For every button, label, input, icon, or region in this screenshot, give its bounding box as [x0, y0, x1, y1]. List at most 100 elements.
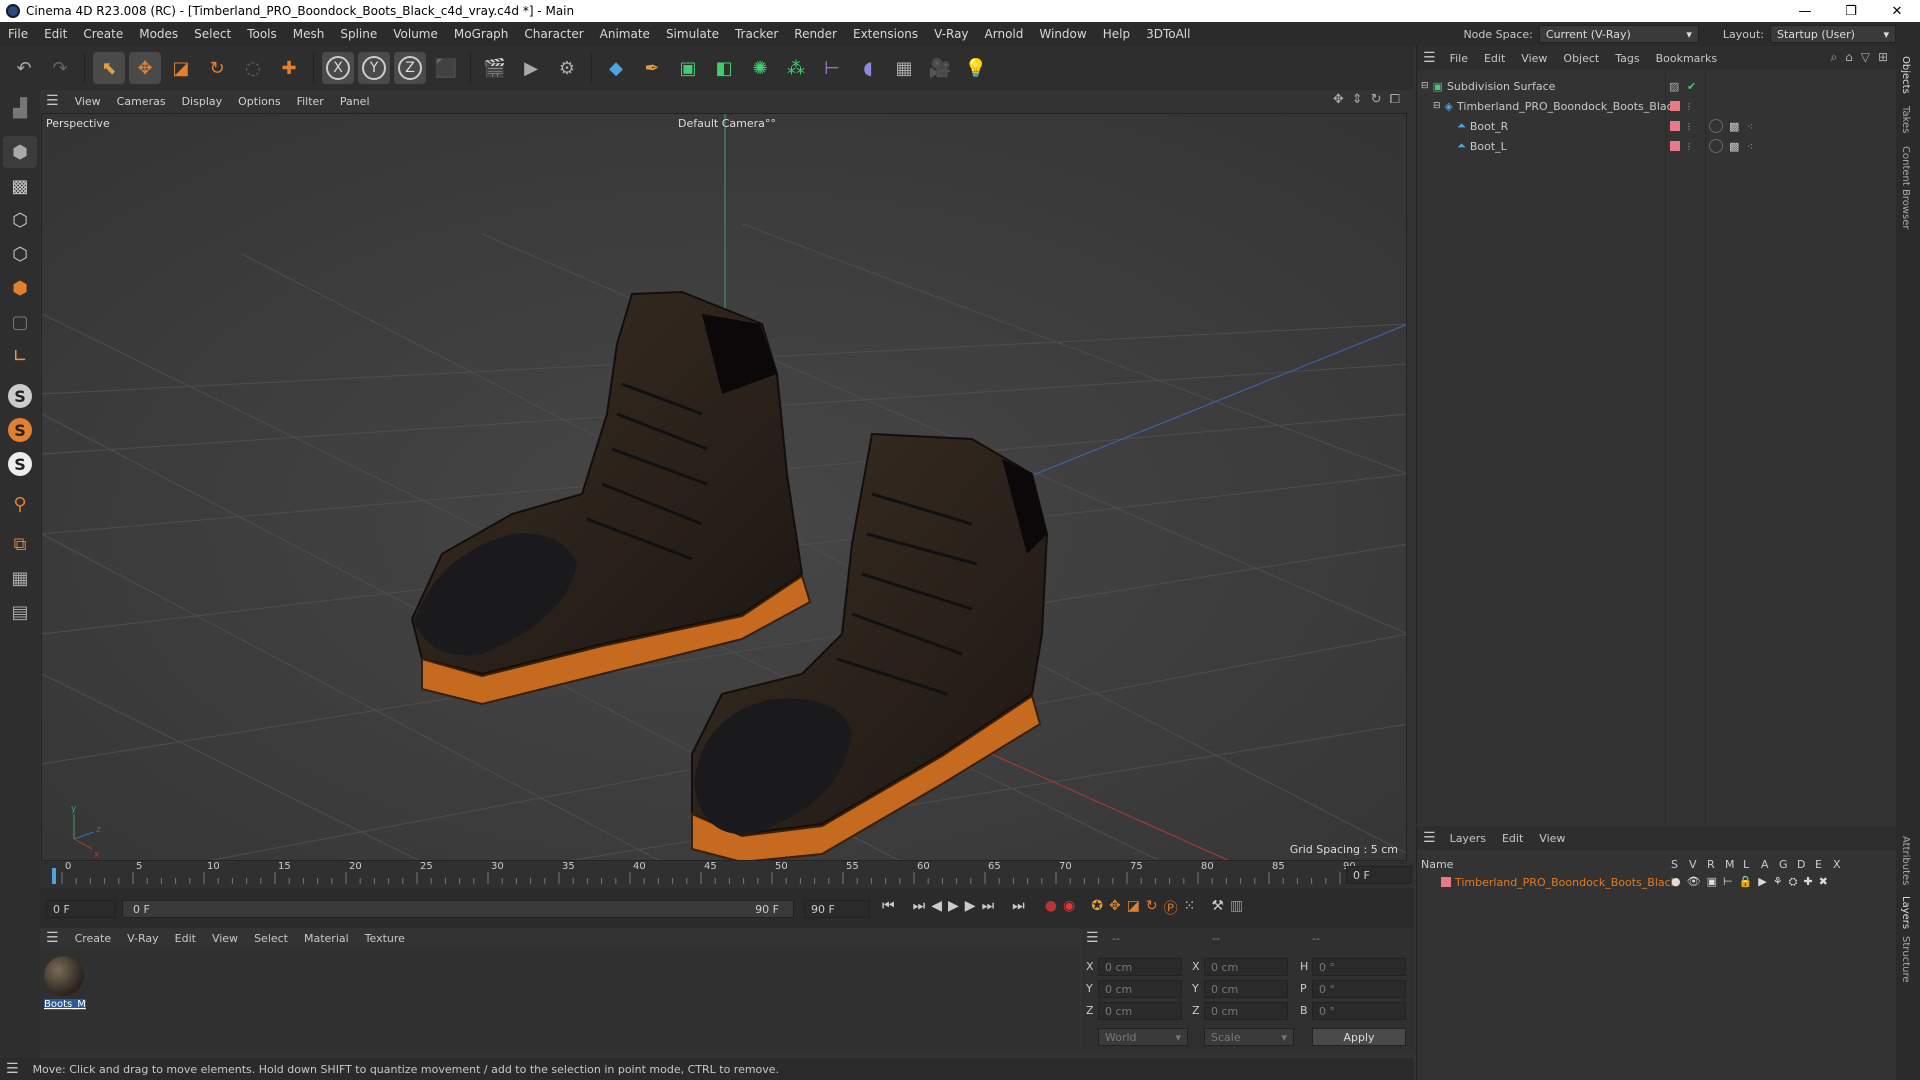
object-menu-file[interactable]: File	[1442, 52, 1476, 65]
menu-vray[interactable]: V-Ray	[926, 27, 976, 41]
phong-tag-icon[interactable]: ⁖	[1747, 120, 1753, 133]
next-frame-icon[interactable]: ▶	[965, 898, 976, 918]
key-rotation-icon[interactable]: ↻	[1146, 898, 1158, 918]
layout-select[interactable]: Startup (User) ▾	[1770, 25, 1896, 43]
tab-objects[interactable]: Objects	[1900, 56, 1911, 94]
snap-button[interactable]: S	[3, 380, 37, 412]
visibility-dots-icon[interactable]: ⋮	[1685, 102, 1693, 111]
object-menu-bookmarks[interactable]: Bookmarks	[1648, 52, 1725, 65]
key-scale-icon[interactable]: ◪	[1127, 898, 1140, 918]
menu-spline[interactable]: Spline	[332, 27, 385, 41]
status-hamburger-icon[interactable]: ☰	[6, 1061, 19, 1077]
apply-button[interactable]: Apply	[1312, 1028, 1406, 1046]
layer-xref-icon[interactable]: ✖	[1819, 875, 1828, 889]
create-tool-button[interactable]: ✚	[273, 52, 305, 84]
layer-menu-layers[interactable]: Layers	[1442, 832, 1494, 845]
previous-key-icon[interactable]: ⏭	[913, 898, 926, 918]
edge-mode-button[interactable]: ⬡	[3, 238, 37, 270]
extrude-button[interactable]: ◧	[708, 52, 740, 84]
scale-tool-button[interactable]: ◪	[165, 52, 197, 84]
material-tag-icon[interactable]	[1709, 139, 1723, 153]
pan-view-icon[interactable]: ✥	[1333, 92, 1344, 107]
object-menu-object[interactable]: Object	[1555, 52, 1607, 65]
menu-arnold[interactable]: Arnold	[977, 27, 1032, 41]
layer-animation-icon[interactable]: ▶	[1758, 875, 1766, 889]
menu-render[interactable]: Render	[786, 27, 845, 41]
min-time-field[interactable]: 0 F	[46, 900, 116, 918]
menu-tracker[interactable]: Tracker	[727, 27, 786, 41]
menu-file[interactable]: File	[0, 27, 36, 41]
enabled-check-icon[interactable]: ✔	[1687, 80, 1696, 93]
move-tool-button[interactable]: ✥	[129, 52, 161, 84]
light-button[interactable]: 💡	[960, 52, 992, 84]
viewport-menu-panel[interactable]: Panel	[332, 95, 378, 108]
menu-3dtoall[interactable]: 3DToAll	[1138, 27, 1198, 41]
redo-button[interactable]: ↷	[44, 52, 76, 84]
tab-attributes[interactable]: Attributes	[1900, 836, 1911, 885]
viewport-menu-filter[interactable]: Filter	[289, 95, 332, 108]
next-key-icon[interactable]: ⏭	[982, 898, 995, 918]
material-menu-vray[interactable]: V-Ray	[119, 932, 167, 945]
record-active-icon[interactable]: ●	[1045, 898, 1057, 918]
menu-window[interactable]: Window	[1031, 27, 1094, 41]
material-menu-edit[interactable]: Edit	[167, 932, 204, 945]
y-axis-lock-button[interactable]: Y	[358, 52, 390, 84]
viewport-menu-options[interactable]: Options	[230, 95, 288, 108]
viewport-menu-cameras[interactable]: Cameras	[109, 95, 174, 108]
object-row-boot-l[interactable]: ⏶ Boot_L ⋮ ▩ ⁖	[1417, 136, 1897, 156]
material-menu-view[interactable]: View	[204, 932, 246, 945]
menu-mesh[interactable]: Mesh	[285, 27, 333, 41]
orbit-view-icon[interactable]: ↻	[1371, 92, 1382, 107]
edit-toggle-icon[interactable]: ▨	[1669, 80, 1679, 93]
menu-mograph[interactable]: MoGraph	[446, 27, 517, 41]
node-space-select[interactable]: Current (V-Ray) ▾	[1538, 25, 1699, 43]
collapse-icon[interactable]: ⊟	[1433, 101, 1441, 111]
camera-button[interactable]: 🎥	[924, 52, 956, 84]
size-z-field[interactable]: 0 cm	[1204, 1002, 1288, 1020]
current-frame-field[interactable]: 0 F	[1346, 866, 1412, 884]
go-to-start-icon[interactable]: ⏮	[882, 898, 895, 918]
viewport-hamburger-icon[interactable]: ☰	[46, 93, 59, 109]
material-swatch[interactable]: Boots_M	[44, 956, 86, 1010]
workplane-button[interactable]: ⧉	[3, 528, 37, 560]
coords-hamburger-icon[interactable]: ☰	[1086, 930, 1099, 946]
playhead-marker[interactable]	[52, 868, 56, 884]
object-row-boots-group[interactable]: ⊟ ◈ Timberland_PRO_Boondock_Boots_Black …	[1417, 96, 1897, 116]
menu-help[interactable]: Help	[1095, 27, 1138, 41]
layer-solo-icon[interactable]: ●	[1671, 875, 1681, 889]
visibility-dots-icon[interactable]: ⋮	[1685, 122, 1693, 131]
size-y-field[interactable]: 0 cm	[1204, 980, 1288, 998]
material-menu-material[interactable]: Material	[296, 932, 357, 945]
maximize-button[interactable]: ❐	[1828, 0, 1874, 22]
dolly-view-icon[interactable]: ⇕	[1352, 92, 1363, 107]
recent-tool-button[interactable]: ◌	[237, 52, 269, 84]
layer-render-icon[interactable]: ▣	[1707, 875, 1717, 889]
layer-menu-edit[interactable]: Edit	[1494, 832, 1531, 845]
menu-simulate[interactable]: Simulate	[658, 27, 727, 41]
tab-layers[interactable]: Layers	[1900, 896, 1911, 929]
layer-color-swatch[interactable]	[1670, 121, 1680, 131]
play-icon[interactable]: ▶	[948, 898, 959, 918]
autokey-icon[interactable]: ◉	[1063, 898, 1075, 918]
material-menu-select[interactable]: Select	[246, 932, 296, 945]
layer-visible-icon[interactable]: 👁	[1687, 875, 1701, 889]
rot-p-field[interactable]: 0 °	[1312, 980, 1406, 998]
polygon-mode-button[interactable]: ⬢	[3, 272, 37, 304]
menu-create[interactable]: Create	[75, 27, 131, 41]
snap-workplane-button[interactable]: S	[3, 448, 37, 480]
material-tag-icon[interactable]	[1709, 119, 1723, 133]
layer-row[interactable]: Timberland_PRO_Boondock_Boots_Black ● 👁 …	[1417, 872, 1897, 892]
layer-color-swatch[interactable]	[1670, 101, 1680, 111]
pos-z-field[interactable]: 0 cm	[1098, 1002, 1182, 1020]
menu-edit[interactable]: Edit	[36, 27, 75, 41]
uv-mode-button[interactable]: ▢	[3, 306, 37, 338]
maximize-view-icon[interactable]: ⧠	[1390, 92, 1400, 107]
menu-character[interactable]: Character	[516, 27, 591, 41]
rotate-tool-button[interactable]: ↻	[201, 52, 233, 84]
layer-generators-icon[interactable]: ⚘	[1773, 875, 1783, 889]
layer-hamburger-icon[interactable]: ☰	[1423, 830, 1436, 846]
workplane-locked-button[interactable]: ▤	[3, 596, 37, 628]
phong-tag-icon[interactable]: ⁖	[1747, 140, 1753, 153]
rot-h-field[interactable]: 0 °	[1312, 958, 1406, 976]
search-icon[interactable]: ⌕	[1830, 50, 1837, 65]
